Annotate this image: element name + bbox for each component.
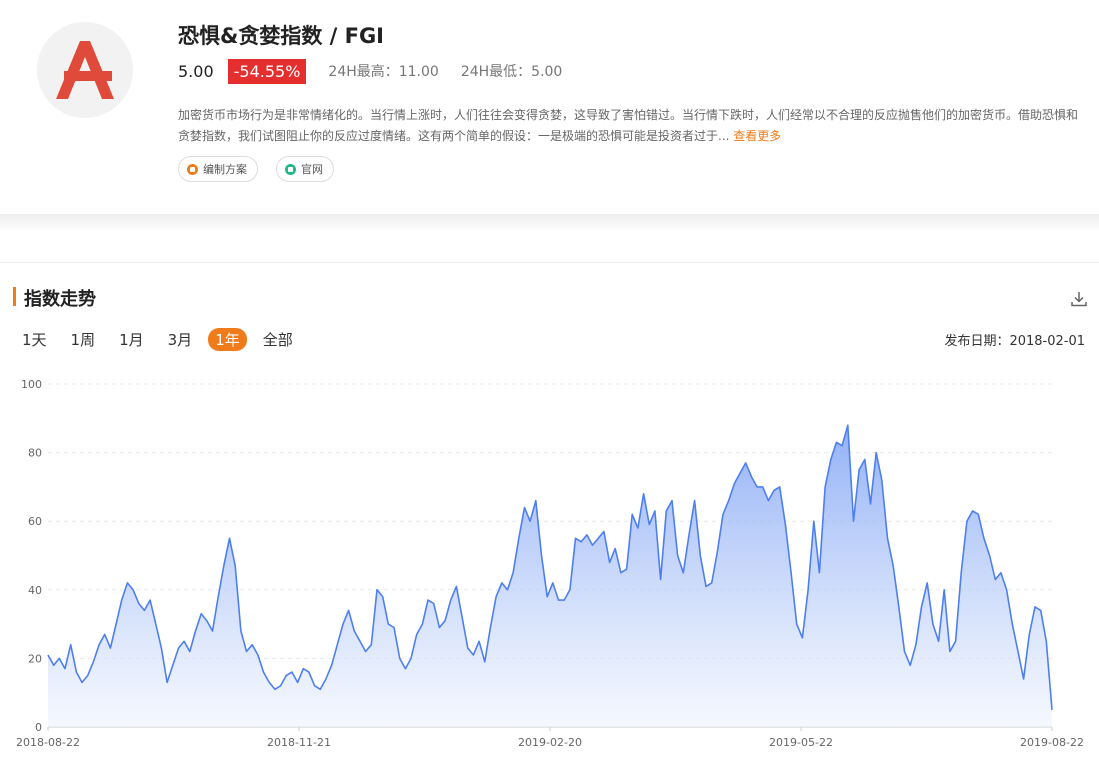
range-tab-1d[interactable]: 1天 [22,329,47,350]
low-24h: 24H最低：5.00 [460,64,563,80]
price-row: 5.00 -54.55% 24H最高：11.00 24H最低：5.00 [178,56,562,86]
description: 加密货币市场行为是非常情绪化的。当行情上涨时，人们往往会变得贪婪，这导致了害怕错… [178,105,1086,147]
y-tick-label: 0 [35,721,42,734]
range-tab-3m[interactable]: 3月 [168,329,193,350]
range-tab-1y[interactable]: 1年 [208,328,247,351]
x-tick-label: 2018-08-22 [16,736,80,749]
tag-methodology[interactable]: 编制方案 [178,156,258,182]
see-more-link[interactable]: 查看更多 [733,129,781,143]
logo-a-icon [56,41,114,99]
y-tick-label: 20 [28,652,42,665]
tag-label: 官网 [301,163,323,176]
series-area [48,425,1052,727]
tag-list: 编制方案 官网 [178,156,334,182]
x-tick-label: 2019-08-22 [1020,736,1084,749]
tag-label: 编制方案 [203,163,247,176]
x-tick-label: 2018-11-21 [267,736,331,749]
range-tab-all[interactable]: 全部 [263,329,293,350]
release-date: 发布日期：2018-02-01 [944,334,1085,349]
index-chart: 0 20 40 60 80 100 2018-08-22 2018-11-21 2019-02… [16,378,1084,749]
header-panel: 恐惧&贪婪指数 / FGI 5.00 -54.55% 24H最高：11.00 2… [0,0,1099,214]
logo [37,22,133,118]
x-tick-label: 2019-02-20 [518,736,582,749]
section-title: 指数走势 [24,289,96,310]
description-text: 加密货币市场行为是非常情绪化的。当行情上涨时，人们往往会变得贪婪，这导致了害怕错… [178,108,1079,143]
page-title: 恐惧&贪婪指数 / FGI [178,24,385,48]
range-tab-1m[interactable]: 1月 [119,329,144,350]
x-tick-label: 2019-05-22 [769,736,833,749]
current-value: 5.00 [178,61,214,81]
y-tick-label: 100 [21,378,42,391]
y-tick-label: 60 [28,515,42,528]
tag-official-site[interactable]: 官网 [276,156,334,182]
document-icon [187,163,198,175]
range-tabs: 1天 1周 1月 3月 1年 全部 [22,328,317,351]
change-badge: -54.55% [227,58,307,84]
range-tab-1w[interactable]: 1周 [71,329,96,350]
section-divider [0,262,1099,263]
header-shadow [0,214,1099,232]
y-tick-label: 40 [28,584,42,597]
download-icon[interactable] [1070,290,1088,308]
high-24h: 24H最高：11.00 [328,64,439,80]
home-icon [285,163,296,175]
y-tick-label: 80 [28,447,42,460]
section-accent-bar [13,287,16,306]
